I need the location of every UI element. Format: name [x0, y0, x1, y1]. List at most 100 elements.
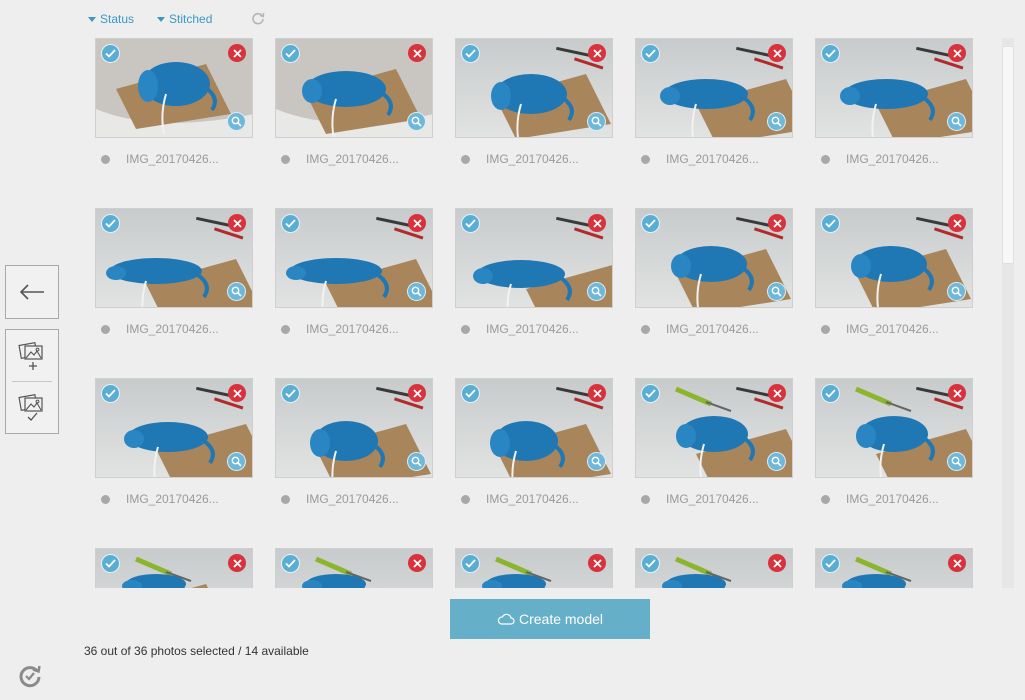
zoom-icon[interactable]	[767, 282, 786, 301]
zoom-icon[interactable]	[227, 112, 246, 131]
photo-tile[interactable]: IMG_20170426...	[455, 38, 613, 166]
back-button[interactable]	[5, 265, 59, 319]
photo-thumbnail[interactable]	[816, 379, 972, 477]
check-icon[interactable]	[101, 554, 120, 573]
zoom-icon[interactable]	[947, 452, 966, 471]
check-icon[interactable]	[821, 554, 840, 573]
photo-thumbnail[interactable]	[276, 549, 432, 588]
remove-icon[interactable]	[588, 214, 606, 232]
photo-tile[interactable]: IMG_20170426...	[635, 378, 793, 506]
check-icon[interactable]	[101, 384, 120, 403]
check-icon[interactable]	[281, 554, 300, 573]
status-filter[interactable]: Status	[88, 12, 134, 26]
remove-icon[interactable]	[948, 44, 966, 62]
photo-tile[interactable]	[635, 548, 793, 588]
photo-thumbnail[interactable]	[456, 549, 612, 588]
check-icon[interactable]	[821, 214, 840, 233]
check-icon[interactable]	[641, 44, 660, 63]
photo-tile[interactable]: IMG_20170426...	[275, 208, 433, 336]
check-icon[interactable]	[281, 384, 300, 403]
photo-thumbnail[interactable]	[456, 209, 612, 307]
photo-tile[interactable]: IMG_20170426...	[95, 38, 253, 166]
photo-thumbnail[interactable]	[636, 209, 792, 307]
photo-thumbnail[interactable]	[276, 209, 432, 307]
check-icon[interactable]	[461, 384, 480, 403]
photo-tile[interactable]: IMG_20170426...	[815, 208, 973, 336]
photo-tile[interactable]: IMG_20170426...	[95, 378, 253, 506]
photo-tile[interactable]	[815, 548, 973, 588]
zoom-icon[interactable]	[947, 282, 966, 301]
zoom-icon[interactable]	[767, 452, 786, 471]
zoom-icon[interactable]	[227, 282, 246, 301]
photo-thumbnail[interactable]	[636, 39, 792, 137]
select-photos-button[interactable]	[6, 382, 58, 432]
check-icon[interactable]	[281, 44, 300, 63]
scrollbar[interactable]	[1002, 38, 1014, 588]
check-icon[interactable]	[461, 554, 480, 573]
photo-thumbnail[interactable]	[816, 39, 972, 137]
refresh-icon[interactable]	[251, 11, 265, 25]
check-icon[interactable]	[101, 214, 120, 233]
remove-icon[interactable]	[408, 554, 426, 572]
zoom-icon[interactable]	[587, 112, 606, 131]
remove-icon[interactable]	[948, 214, 966, 232]
zoom-icon[interactable]	[767, 112, 786, 131]
photo-tile[interactable]: IMG_20170426...	[635, 38, 793, 166]
remove-icon[interactable]	[228, 214, 246, 232]
check-icon[interactable]	[461, 44, 480, 63]
photo-tile[interactable]: IMG_20170426...	[455, 208, 613, 336]
photo-thumbnail[interactable]	[96, 209, 252, 307]
photo-thumbnail[interactable]	[816, 549, 972, 588]
check-icon[interactable]	[461, 214, 480, 233]
remove-icon[interactable]	[228, 44, 246, 62]
photo-tile[interactable]: IMG_20170426...	[455, 378, 613, 506]
photo-thumbnail[interactable]	[636, 549, 792, 588]
photo-tile[interactable]: IMG_20170426...	[815, 378, 973, 506]
check-icon[interactable]	[641, 384, 660, 403]
photo-thumbnail[interactable]	[456, 39, 612, 137]
zoom-icon[interactable]	[587, 282, 606, 301]
photo-tile[interactable]	[455, 548, 613, 588]
photo-thumbnail[interactable]	[276, 379, 432, 477]
photo-tile[interactable]: IMG_20170426...	[635, 208, 793, 336]
check-icon[interactable]	[641, 554, 660, 573]
zoom-icon[interactable]	[227, 452, 246, 471]
remove-icon[interactable]	[588, 44, 606, 62]
photo-thumbnail[interactable]	[636, 379, 792, 477]
create-model-button[interactable]: Create model	[450, 599, 650, 639]
sync-icon[interactable]	[17, 663, 43, 689]
photo-tile[interactable]	[95, 548, 253, 588]
check-icon[interactable]	[821, 44, 840, 63]
remove-icon[interactable]	[768, 44, 786, 62]
photo-thumbnail[interactable]	[96, 39, 252, 137]
add-photos-button[interactable]	[6, 330, 58, 380]
scrollbar-thumb[interactable]	[1002, 46, 1014, 264]
photo-tile[interactable]: IMG_20170426...	[815, 38, 973, 166]
remove-icon[interactable]	[948, 384, 966, 402]
check-icon[interactable]	[281, 214, 300, 233]
photo-tile[interactable]: IMG_20170426...	[95, 208, 253, 336]
check-icon[interactable]	[821, 384, 840, 403]
remove-icon[interactable]	[588, 554, 606, 572]
photo-tile[interactable]: IMG_20170426...	[275, 378, 433, 506]
photo-thumbnail[interactable]	[276, 39, 432, 137]
zoom-icon[interactable]	[587, 452, 606, 471]
remove-icon[interactable]	[228, 384, 246, 402]
remove-icon[interactable]	[408, 384, 426, 402]
remove-icon[interactable]	[408, 44, 426, 62]
remove-icon[interactable]	[768, 554, 786, 572]
photo-tile[interactable]: IMG_20170426...	[275, 38, 433, 166]
photo-thumbnail[interactable]	[96, 379, 252, 477]
photo-thumbnail[interactable]	[816, 209, 972, 307]
remove-icon[interactable]	[768, 384, 786, 402]
check-icon[interactable]	[641, 214, 660, 233]
remove-icon[interactable]	[948, 554, 966, 572]
remove-icon[interactable]	[768, 214, 786, 232]
zoom-icon[interactable]	[947, 112, 966, 131]
check-icon[interactable]	[101, 44, 120, 63]
remove-icon[interactable]	[408, 214, 426, 232]
remove-icon[interactable]	[588, 384, 606, 402]
remove-icon[interactable]	[228, 554, 246, 572]
zoom-icon[interactable]	[407, 112, 426, 131]
photo-thumbnail[interactable]	[456, 379, 612, 477]
